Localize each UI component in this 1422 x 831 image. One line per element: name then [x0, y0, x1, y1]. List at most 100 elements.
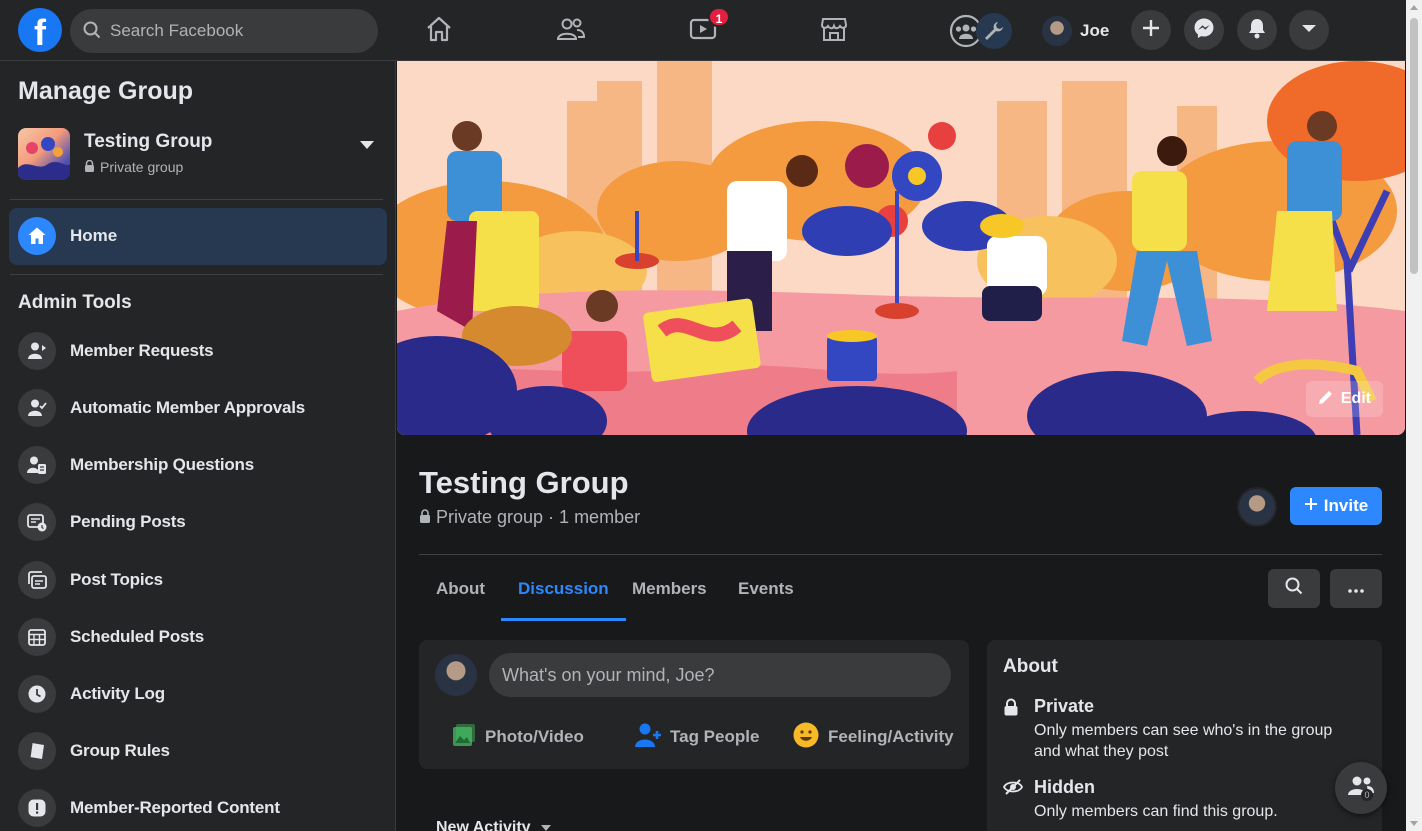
photo-video-button[interactable]: Photo/Video: [451, 720, 584, 754]
sidebar-item-member-requests[interactable]: Member Requests: [9, 326, 387, 378]
about-card: About Private Only members can see who's…: [987, 640, 1382, 831]
plus-icon: [1304, 496, 1318, 516]
sidebar-item-label: Member-Reported Content: [70, 798, 280, 817]
sidebar-title: Manage Group: [18, 77, 194, 105]
search-input[interactable]: [110, 9, 370, 53]
manage-group-sidebar: Manage Group Testing Group Private group…: [0, 61, 396, 831]
sidebar-item-auto-approvals[interactable]: Automatic Member Approvals: [9, 383, 387, 435]
group-meta: Private group · 1 member: [419, 507, 640, 528]
profile-shortcut[interactable]: Joe: [1042, 12, 1122, 50]
group-main-area: Edit Testing Group Private group · 1 mem…: [397, 61, 1406, 831]
tag-people-icon: [634, 722, 662, 753]
caret-down-icon[interactable]: [360, 137, 374, 155]
nav-groups-tab[interactable]: [948, 13, 1014, 49]
group-search-button[interactable]: [1268, 569, 1320, 608]
invite-label: Invite: [1323, 496, 1369, 515]
sidebar-item-group-rules[interactable]: Group Rules: [9, 726, 387, 778]
tab-members[interactable]: Members: [615, 569, 724, 621]
group-meta-text: Private group · 1 member: [436, 507, 641, 527]
tab-about[interactable]: About: [419, 569, 502, 621]
tag-people-button[interactable]: Tag People: [634, 720, 759, 754]
avatar: [435, 654, 477, 696]
sidebar-item-post-topics[interactable]: Post Topics: [9, 555, 387, 607]
search-icon: [1285, 577, 1303, 600]
edit-cover-button[interactable]: Edit: [1305, 381, 1383, 417]
messenger-button[interactable]: [1184, 10, 1224, 50]
home-icon: [425, 16, 453, 47]
about-private-desc: Only members can see who's in the group …: [1034, 722, 1333, 760]
group-switcher[interactable]: Testing Group Private group: [18, 127, 378, 181]
sidebar-item-home[interactable]: Home: [9, 208, 387, 265]
feed-sort-dropdown[interactable]: New Activity: [436, 819, 551, 831]
composer-input[interactable]: What's on your mind, Joe?: [489, 653, 951, 697]
lock-icon: [84, 159, 95, 175]
search-icon: [83, 21, 101, 44]
invite-button[interactable]: Invite: [1290, 487, 1382, 525]
sidebar-item-label: Activity Log: [70, 684, 165, 703]
notifications-button[interactable]: [1237, 10, 1277, 50]
sidebar-item-pending-posts[interactable]: Pending Posts: [9, 497, 387, 549]
scrollbar-thumb[interactable]: [1410, 18, 1418, 274]
about-title: About: [1003, 656, 1058, 677]
tab-discussion[interactable]: Discussion: [501, 569, 626, 621]
about-hidden-desc: Only members can find this group.: [1034, 803, 1278, 820]
tag-people-label: Tag People: [670, 727, 760, 746]
page-scrollbar[interactable]: [1406, 0, 1422, 831]
chevron-down-icon: [1301, 21, 1317, 39]
scroll-up-arrow-icon[interactable]: [1410, 5, 1418, 10]
admin-tools-heading: Admin Tools: [18, 292, 132, 313]
photo-video-label: Photo/Video: [485, 727, 584, 746]
sidebar-item-label: Home: [70, 226, 118, 245]
more-options-button[interactable]: [1330, 569, 1382, 608]
sidebar-item-label: Member Requests: [70, 341, 214, 360]
profile-name: Joe: [1080, 21, 1110, 40]
member-requests-icon: [18, 332, 56, 370]
top-navigation-bar: f 1 Joe: [0, 0, 1406, 61]
page-title: Testing Group: [419, 465, 629, 500]
group-privacy-label: Private group: [100, 159, 184, 175]
membership-questions-icon: [18, 446, 56, 484]
sidebar-item-activity-log[interactable]: Activity Log: [9, 669, 387, 721]
photo-icon: [451, 722, 477, 753]
scroll-down-arrow-icon[interactable]: [1410, 821, 1418, 826]
plus-icon: [1142, 19, 1160, 42]
group-name: Testing Group: [84, 131, 213, 152]
sidebar-item-membership-questions[interactable]: Membership Questions: [9, 440, 387, 492]
cover-illustration: [397, 61, 1405, 435]
bell-icon: [1247, 17, 1267, 44]
lock-icon: [419, 507, 431, 528]
facebook-logo[interactable]: f: [18, 8, 62, 52]
group-chats-button[interactable]: 0: [1335, 762, 1387, 814]
group-cover-photo: Edit: [397, 61, 1405, 435]
nav-marketplace-tab[interactable]: [804, 10, 864, 52]
auto-approvals-icon: [18, 389, 56, 427]
pencil-icon: [1318, 389, 1334, 410]
about-private-heading: Private: [1034, 696, 1095, 716]
sidebar-item-label: Pending Posts: [70, 512, 186, 531]
post-topics-icon: [18, 561, 56, 599]
tab-events[interactable]: Events: [721, 569, 811, 621]
admin-wrench-icon: [976, 13, 1012, 49]
search-box[interactable]: [70, 9, 378, 53]
feeling-activity-button[interactable]: Feeling/Activity: [792, 720, 954, 754]
member-avatar[interactable]: [1237, 487, 1277, 527]
group-thumbnail: [18, 128, 70, 180]
nav-friends-tab[interactable]: [541, 10, 601, 52]
account-menu-button[interactable]: [1289, 10, 1329, 50]
sidebar-item-label: Scheduled Posts: [70, 627, 204, 646]
avatar: [1042, 16, 1072, 46]
feeling-icon: [792, 721, 820, 754]
post-composer: What's on your mind, Joe? Photo/Video Ta…: [419, 640, 969, 769]
pending-posts-icon: [18, 503, 56, 541]
more-dots-icon: [1348, 580, 1364, 598]
divider: [10, 199, 383, 200]
sidebar-item-label: Automatic Member Approvals: [70, 398, 306, 417]
sidebar-item-scheduled-posts[interactable]: Scheduled Posts: [9, 612, 387, 664]
sidebar-item-label: Membership Questions: [70, 455, 254, 474]
sidebar-item-member-reported-content[interactable]: Member-Reported Content: [9, 783, 387, 831]
create-button[interactable]: [1131, 10, 1171, 50]
group-privacy: Private group: [84, 159, 183, 175]
nav-home-tab[interactable]: [409, 10, 469, 52]
divider: [10, 274, 383, 275]
divider: [419, 554, 1382, 555]
